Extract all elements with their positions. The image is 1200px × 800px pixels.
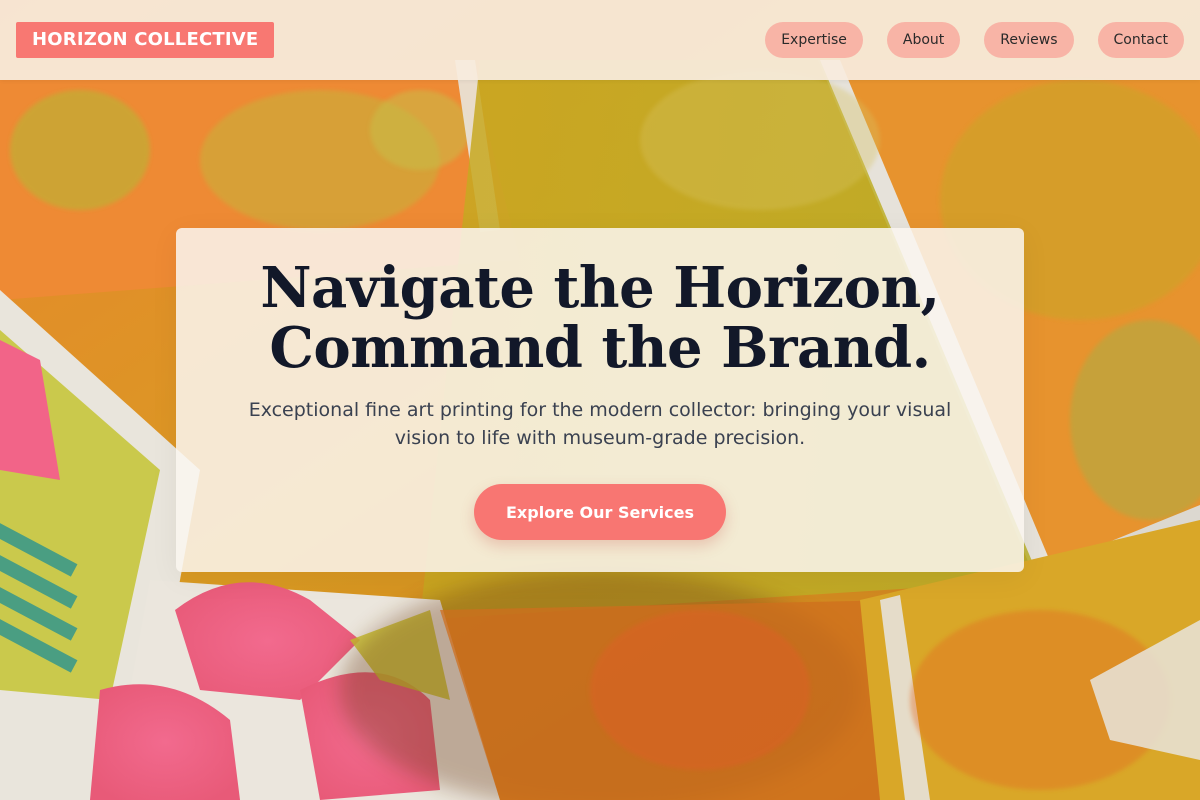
hero-card: Navigate the Horizon, Command the Brand.… [176, 228, 1024, 572]
nav-link-expertise[interactable]: Expertise [765, 22, 863, 58]
explore-services-button[interactable]: Explore Our Services [474, 484, 726, 540]
brand-logo[interactable]: HORIZON COLLECTIVE [16, 22, 275, 58]
nav-link-reviews[interactable]: Reviews [984, 22, 1074, 58]
main-nav: Expertise About Reviews Contact [765, 22, 1184, 58]
hero-title: Navigate the Horizon, Command the Brand. [176, 258, 1024, 378]
hero-subtitle: Exceptional fine art printing for the mo… [248, 399, 952, 449]
hero-title-line-1: Navigate the Horizon, [260, 255, 940, 321]
nav-link-about[interactable]: About [886, 22, 961, 58]
hero-title-line-2: Command the Brand. [269, 315, 931, 381]
site-header: HORIZON COLLECTIVE Expertise About Revie… [0, 0, 1200, 80]
nav-link-contact[interactable]: Contact [1097, 22, 1184, 58]
landing-page: HORIZON COLLECTIVE Expertise About Revie… [0, 0, 1200, 800]
